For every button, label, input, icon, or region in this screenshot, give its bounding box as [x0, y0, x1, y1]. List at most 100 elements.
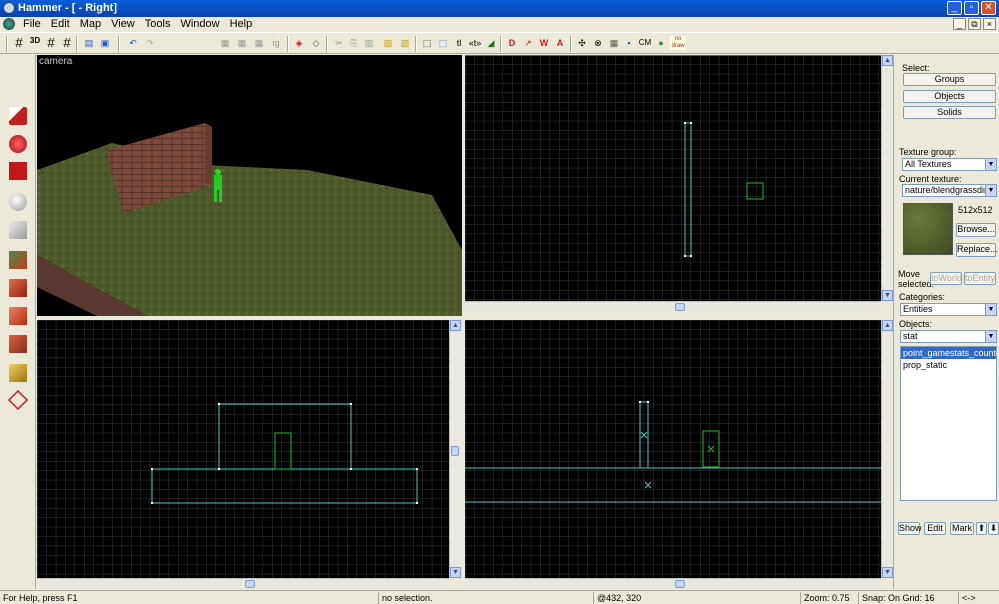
- texture-tool-icon[interactable]: tl: [452, 36, 466, 50]
- red-d-icon[interactable]: D: [505, 36, 519, 50]
- menu-tools[interactable]: Tools: [140, 18, 176, 30]
- group-icon[interactable]: ▣: [98, 36, 112, 50]
- menu-window[interactable]: Window: [175, 18, 224, 30]
- grid-larger-icon[interactable]: #: [60, 36, 74, 50]
- scroll-up-arrow[interactable]: ▲: [882, 320, 893, 331]
- tool-pointer[interactable]: [4, 103, 32, 129]
- scroll-thumb[interactable]: [245, 580, 255, 588]
- browse-button[interactable]: Browse...: [956, 223, 996, 237]
- objects-combo[interactable]: stat ▼: [900, 330, 997, 343]
- tool-camera[interactable]: [4, 158, 32, 184]
- ignore-groups-icon[interactable]: ig: [269, 36, 283, 50]
- select-solids-button[interactable]: Solids: [903, 106, 996, 119]
- scrollbar-horizontal[interactable]: [465, 578, 881, 589]
- categories-combo[interactable]: Entities ▼: [900, 303, 997, 316]
- scroll-down-arrow[interactable]: ▼: [882, 290, 893, 301]
- hazard-stripes-alt-icon[interactable]: ▨: [398, 36, 412, 50]
- scrollbar-vertical[interactable]: ▲ ▼: [881, 320, 893, 578]
- tool-magnify[interactable]: [4, 131, 32, 157]
- menu-edit[interactable]: Edit: [46, 18, 75, 30]
- paste-icon[interactable]: ▥: [362, 36, 376, 50]
- show-button[interactable]: Show: [898, 522, 922, 535]
- chevron-down-icon[interactable]: ▼: [985, 304, 996, 315]
- tool-vertex[interactable]: [4, 387, 32, 413]
- close-button[interactable]: ✕: [981, 1, 996, 15]
- scrollbar-horizontal[interactable]: [465, 301, 881, 312]
- hazard-stripes-icon[interactable]: ▨: [381, 36, 395, 50]
- menu-help[interactable]: Help: [225, 18, 258, 30]
- no-draw-icon[interactable]: no draw: [670, 36, 686, 50]
- texture-lock-icon[interactable]: ◈: [292, 36, 306, 50]
- redo-icon[interactable]: ↷: [143, 36, 157, 50]
- move-down-arrow-icon[interactable]: ⬇: [988, 522, 999, 535]
- viewport-right[interactable]: [465, 320, 881, 578]
- scroll-thumb[interactable]: [451, 446, 459, 456]
- hide-icon[interactable]: ▦: [218, 36, 232, 50]
- scroll-thumb[interactable]: [675, 580, 685, 588]
- mdi-close-button[interactable]: ×: [983, 18, 996, 30]
- scroll-down-arrow[interactable]: ▼: [882, 567, 893, 578]
- tool-apply-texture[interactable]: [4, 275, 32, 301]
- quickhide-icon[interactable]: W: [537, 36, 551, 50]
- edit-button[interactable]: Edit: [924, 522, 946, 535]
- list-item[interactable]: point_gamestats_counter: [901, 347, 999, 359]
- mark-button[interactable]: Mark: [950, 522, 974, 535]
- clipper-icon[interactable]: ✣: [575, 36, 589, 50]
- tool-clipping[interactable]: [4, 360, 32, 386]
- unhide-icon[interactable]: ▦: [235, 36, 249, 50]
- viewport-bottom-left[interactable]: [37, 320, 449, 578]
- chevron-down-icon[interactable]: ▼: [985, 185, 996, 196]
- to-entity-button[interactable]: toEntity: [964, 272, 996, 285]
- toggle-icon[interactable]: ▦: [252, 36, 266, 50]
- maximize-button[interactable]: ▫: [964, 1, 979, 15]
- camera-viewport[interactable]: camera: [37, 55, 462, 316]
- decal-icon[interactable]: «t»: [468, 36, 482, 50]
- cut-icon[interactable]: ✂: [332, 36, 346, 50]
- viewport-top-right[interactable]: [465, 55, 881, 301]
- scroll-down-arrow[interactable]: ▼: [450, 567, 461, 578]
- copy-clipboard-icon[interactable]: ⎘: [347, 36, 361, 50]
- path-icon[interactable]: ↗: [521, 36, 535, 50]
- objects-list[interactable]: point_gamestats_counter prop_static: [900, 346, 999, 501]
- menu-file[interactable]: File: [18, 18, 46, 30]
- quickhide-alt-icon[interactable]: A: [553, 36, 567, 50]
- undo-icon[interactable]: ↶: [126, 36, 140, 50]
- mdi-minimize-button[interactable]: _: [953, 18, 966, 30]
- scroll-up-arrow[interactable]: ▲: [450, 320, 461, 331]
- overlay-icon[interactable]: ◢: [484, 36, 498, 50]
- scrollbar-vertical[interactable]: ▲ ▼: [449, 320, 461, 578]
- compile-icon[interactable]: ⊗: [591, 36, 605, 50]
- menu-view[interactable]: View: [106, 18, 140, 30]
- copy-icon[interactable]: ◇: [309, 36, 323, 50]
- minimize-button[interactable]: _: [947, 1, 962, 15]
- selection-tool-icon[interactable]: ⬚: [420, 36, 434, 50]
- tool-texture[interactable]: [4, 247, 32, 273]
- scroll-thumb[interactable]: [675, 303, 685, 311]
- list-item[interactable]: prop_static: [901, 359, 996, 371]
- document-icon[interactable]: [3, 18, 15, 30]
- select-objects-button[interactable]: Objects: [903, 90, 996, 103]
- replace-button[interactable]: Replace...: [956, 243, 998, 257]
- tool-decals[interactable]: [4, 303, 32, 329]
- chevron-down-icon[interactable]: ▼: [985, 331, 996, 342]
- cubemap-icon[interactable]: CM: [638, 36, 652, 50]
- tool-entity[interactable]: [4, 189, 32, 215]
- mdi-restore-button[interactable]: ⧉: [968, 18, 981, 30]
- move-up-arrow-icon[interactable]: ⬆: [976, 522, 987, 535]
- tool-block[interactable]: [4, 217, 32, 243]
- scrollbar-vertical[interactable]: ▲ ▼: [881, 55, 893, 301]
- portal-icon[interactable]: ▦: [607, 36, 621, 50]
- scroll-up-arrow[interactable]: ▲: [882, 55, 893, 66]
- texture-group-combo[interactable]: All Textures ▼: [902, 158, 997, 171]
- grid-3d-icon[interactable]: 3D: [28, 36, 42, 50]
- tool-overlay[interactable]: [4, 331, 32, 357]
- magnify-icon[interactable]: ⬚: [436, 36, 450, 50]
- grid-smaller-icon[interactable]: #: [44, 36, 58, 50]
- to-world-button[interactable]: toWorld: [930, 272, 962, 285]
- current-texture-combo[interactable]: nature/blendgrassdirt02 ▼: [902, 184, 997, 197]
- leaf-icon[interactable]: ●: [654, 36, 668, 50]
- select-groups-button[interactable]: Groups: [903, 73, 996, 86]
- chevron-down-icon[interactable]: ▼: [985, 159, 996, 170]
- grid-toggle-icon[interactable]: #: [12, 36, 26, 50]
- carve-icon[interactable]: ▤: [82, 36, 96, 50]
